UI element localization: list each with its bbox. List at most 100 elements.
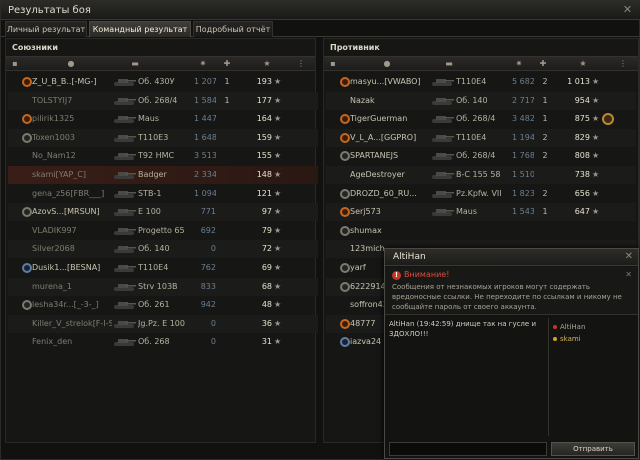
player-name[interactable]: pilirik1325	[32, 110, 112, 128]
table-row[interactable]: Serj573 Maus 1 543 1 647 ★	[326, 203, 636, 222]
user-status-icon	[553, 337, 557, 341]
table-row[interactable]: No_Nam12 T92 HMC 3 513 155 ★	[8, 147, 318, 165]
frags-value	[540, 222, 550, 240]
frags-value	[222, 222, 232, 240]
xp-star-icon: ★	[274, 207, 282, 217]
table-row[interactable]: murena_1 Strv 103B 833 68 ★	[8, 277, 318, 296]
table-row[interactable]: DROZD_60_RU... Pz.Kpfw. VII 1 823 2 656 ★	[326, 185, 636, 203]
player-icon[interactable]: ●	[382, 59, 392, 69]
player-name[interactable]: AgeDestroyer	[350, 166, 430, 184]
tank-icon[interactable]: ▬	[444, 59, 454, 69]
player-name[interactable]: AzovS...[MRSUN]	[32, 203, 112, 221]
player-icon[interactable]: ●	[66, 59, 76, 69]
table-row[interactable]: skami[YAP_C] Badger 2 334 148 ★	[8, 166, 318, 184]
send-button[interactable]: Отправить	[551, 442, 635, 456]
player-name[interactable]: Nazak	[350, 92, 430, 110]
table-row[interactable]: lesha34r...[_-3-_] Об. 261 942 48 ★	[8, 296, 318, 314]
player-name[interactable]: Silver2068	[32, 240, 112, 258]
tank-icon	[112, 281, 136, 293]
table-row[interactable]: VLADIK997 Progetto 65 692 79 ★	[8, 222, 318, 240]
xp-star-icon: ★	[274, 281, 282, 291]
frags-icon[interactable]: ✚	[222, 59, 232, 69]
table-row[interactable]: Toxen1003 T110E3 1 648 159 ★	[8, 128, 318, 147]
table-row[interactable]: Nazak Об. 140 2 717 1 954 ★	[326, 91, 636, 110]
player-name[interactable]: Serj573	[350, 203, 430, 221]
xp-star-icon[interactable]: ★	[262, 59, 272, 69]
tank-name: Об. 268/4	[456, 114, 496, 124]
chat-user-name: skami	[560, 335, 581, 343]
table-row[interactable]: Silver2068 Об. 140 0 72 ★	[8, 240, 318, 259]
chat-close-icon[interactable]: ✕	[625, 251, 633, 262]
player-name[interactable]: skami[YAP_C]	[32, 166, 112, 184]
table-row[interactable]: Z_U_B_B..[-MG-] Об. 430У 1 207 1 193 ★	[8, 73, 318, 91]
mastery-mark-icon	[602, 113, 614, 126]
table-row[interactable]: TigerGuerman Об. 268/4 3 482 1 875 ★	[326, 110, 636, 128]
player-name[interactable]: gena_z56[FBR___]	[32, 185, 112, 203]
table-row[interactable]: Fenix_den Об. 268 0 31 ★	[8, 333, 318, 351]
table-row[interactable]: V_L_A...[GGPRO] T110E4 1 194 2 829 ★	[326, 128, 636, 147]
player-name[interactable]: lesha34r...[_-3-_]	[32, 296, 112, 314]
tank-name: Об. 268/4	[456, 151, 496, 161]
close-icon[interactable]: ✕	[621, 3, 634, 16]
more-icon[interactable]: ⋮	[618, 59, 628, 69]
table-row[interactable]: TOLSTYIJ7 Об. 268/4 1 584 1 177 ★	[8, 91, 318, 110]
player-name[interactable]: No_Nam12	[32, 147, 112, 165]
tank-icon	[112, 150, 136, 162]
xp-value: 164	[256, 114, 272, 124]
player-name[interactable]: masyu...[VWABO]	[350, 73, 430, 91]
xp-star-icon[interactable]: ★	[578, 59, 588, 69]
tank-icon	[430, 76, 454, 88]
frags-value: 1	[224, 77, 230, 86]
tank-name: Pz.Kpfw. VII	[456, 188, 502, 198]
player-name[interactable]: shumax	[350, 222, 430, 240]
player-name[interactable]: SPARTANEJS	[350, 147, 430, 165]
damage-value: 1 584	[194, 95, 216, 105]
table-row[interactable]: AgeDestroyer B-C 155 58 1 510 738 ★	[326, 166, 636, 184]
enemies-column-header: ▪ ● ▬ ✷ ✚ ★ ⋮	[324, 56, 638, 71]
warning-icon: !	[392, 271, 401, 280]
table-row[interactable]: pilirik1325 Maus 1 447 164 ★	[8, 110, 318, 128]
damage-value: 1 768	[512, 151, 534, 161]
damage-value: 771	[200, 207, 216, 217]
table-row[interactable]: AzovS...[MRSUN] E 100 771 97 ★	[8, 203, 318, 222]
frags-value	[222, 129, 232, 147]
player-name[interactable]: Fenix_den	[32, 333, 112, 351]
chat-user-item[interactable]: AltiHan	[553, 322, 585, 332]
table-row[interactable]: Killer_V_strelok[F-I-S] Jg.Pz. E 100 0 36 ★	[8, 314, 318, 333]
player-name[interactable]: murena_1	[32, 278, 112, 296]
table-row[interactable]: Dusik1...[BESNA] T110E4 762 69 ★	[8, 259, 318, 277]
player-name[interactable]: TOLSTYIJ7	[32, 92, 112, 110]
tab-detailed-report[interactable]: Подробный отчёт	[193, 21, 273, 37]
warning-close-icon[interactable]: ✕	[625, 270, 632, 279]
damage-icon[interactable]: ✷	[198, 59, 208, 69]
player-name[interactable]: V_L_A...[GGPRO]	[350, 129, 430, 147]
xp-value: 79	[261, 225, 272, 235]
more-icon[interactable]: ⋮	[296, 59, 306, 69]
frags-icon[interactable]: ✚	[538, 59, 548, 69]
squad-icon[interactable]: ▪	[328, 59, 338, 69]
player-name[interactable]: TigerGuerman	[350, 110, 430, 128]
damage-value: 1 094	[194, 188, 216, 198]
chat-user-item[interactable]: skami	[553, 334, 581, 344]
tank-icon[interactable]: ▬	[130, 59, 140, 69]
player-name[interactable]: Dusik1...[BESNA]	[32, 259, 112, 277]
player-name[interactable]: DROZD_60_RU...	[350, 185, 430, 203]
table-row[interactable]: SPARTANEJS Об. 268/4 1 768 2 808 ★	[326, 147, 636, 165]
tank-name: Strv 103B	[138, 281, 178, 291]
frags-value	[222, 240, 232, 258]
tab-personal-result[interactable]: Личный результат	[5, 21, 87, 37]
damage-icon[interactable]: ✷	[514, 59, 524, 69]
table-row[interactable]: gena_z56[FBR___] STB-1 1 094 121 ★	[8, 185, 318, 203]
player-name[interactable]: Z_U_B_B..[-MG-]	[32, 73, 112, 91]
frags-value: 1	[542, 207, 548, 217]
squad-icon[interactable]: ▪	[10, 59, 20, 69]
tank-name: T110E3	[138, 132, 169, 142]
player-name[interactable]: Toxen1003	[32, 129, 112, 147]
player-name[interactable]: Killer_V_strelok[F-I-S]	[32, 315, 112, 333]
player-name[interactable]: VLADIK997	[32, 222, 112, 240]
chat-input[interactable]	[389, 442, 547, 456]
table-row[interactable]: shumax	[326, 222, 636, 240]
tab-team-result[interactable]: Командный результат	[89, 21, 191, 37]
table-row[interactable]: masyu...[VWABO] T110E4 5 682 2 1 013 ★	[326, 73, 636, 91]
xp-star-icon: ★	[274, 244, 282, 254]
